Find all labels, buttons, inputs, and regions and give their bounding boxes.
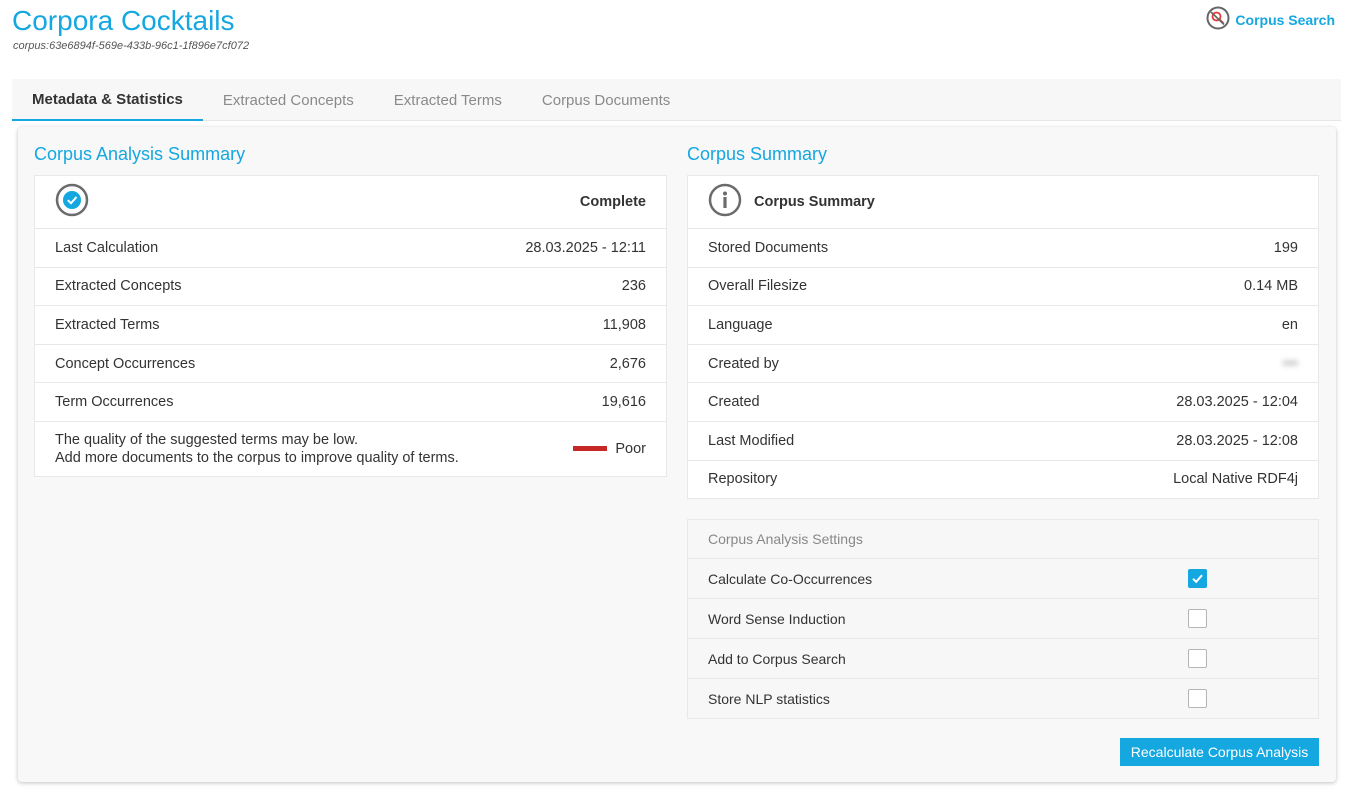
analysis-summary-card: Complete Last Calculation 28.03.2025 - 1…: [34, 175, 667, 477]
row-value: 28.03.2025 - 12:04: [1176, 394, 1298, 411]
tab-extracted-concepts[interactable]: Extracted Concepts: [203, 79, 374, 121]
analysis-status-row: Complete: [35, 176, 666, 228]
row-value: 199: [1273, 239, 1298, 256]
corpus-search-label: Corpus Search: [1235, 11, 1335, 28]
setting-label: Store NLP statistics: [708, 690, 830, 707]
table-row: Last Modified 28.03.2025 - 12:08: [688, 420, 1318, 460]
row-label: Extracted Terms: [55, 316, 160, 333]
row-label: Language: [708, 316, 773, 333]
row-label: Repository: [708, 471, 778, 488]
table-row: Created 28.03.2025 - 12:04: [688, 382, 1318, 421]
tab-bar: Metadata & Statistics Extracted Concepts…: [12, 79, 1341, 121]
content-panel: Corpus Analysis Summary Complete Last Ca…: [18, 127, 1336, 782]
co-occurrences-checkbox[interactable]: [1188, 569, 1207, 588]
table-row: Last Calculation 28.03.2025 - 12:11: [35, 228, 666, 267]
setting-label: Add to Corpus Search: [708, 650, 846, 667]
row-value: en: [1281, 316, 1298, 333]
created-by-value: •••: [1282, 355, 1298, 372]
table-row: Repository Local Native RDF4j: [688, 459, 1318, 499]
check-circle-icon: [55, 183, 89, 221]
row-value: 0.14 MB: [1244, 278, 1298, 295]
tab-metadata-statistics[interactable]: Metadata & Statistics: [12, 79, 203, 121]
analysis-summary-title: Corpus Analysis Summary: [34, 144, 246, 164]
row-label: Term Occurrences: [55, 394, 174, 411]
corpus-summary-card-title: Corpus Summary: [754, 194, 875, 210]
row-value: 236: [621, 278, 646, 295]
row-value: Local Native RDF4j: [1173, 471, 1298, 488]
row-label: Last Modified: [708, 432, 795, 449]
table-row: Overall Filesize 0.14 MB: [688, 266, 1318, 306]
corpus-summary-header: Corpus Summary: [688, 176, 1318, 228]
store-nlp-statistics-checkbox[interactable]: [1188, 689, 1207, 708]
analysis-settings-card: Corpus Analysis Settings Calculate Co-Oc…: [687, 519, 1319, 719]
page-title: Corpora Cocktails: [12, 5, 235, 36]
recalculate-button[interactable]: Recalculate Corpus Analysis: [1120, 738, 1319, 766]
setting-word-sense-induction: Word Sense Induction: [688, 598, 1318, 638]
table-row: Stored Documents 199: [688, 228, 1318, 267]
row-value: 28.03.2025 - 12:11: [525, 239, 646, 256]
row-label: Overall Filesize: [708, 278, 808, 295]
quality-indicator: Poor: [573, 441, 646, 457]
row-label: Extracted Concepts: [55, 278, 182, 295]
corpus-summary-card: Corpus Summary Stored Documents 199 Over…: [687, 175, 1319, 500]
table-row: Term Occurrences 19,616: [35, 382, 666, 421]
table-row: Created by •••: [688, 343, 1318, 383]
tab-extracted-terms[interactable]: Extracted Terms: [374, 79, 522, 121]
table-row: Language en: [688, 305, 1318, 344]
setting-label: Word Sense Induction: [708, 610, 846, 627]
analysis-status: Complete: [579, 194, 646, 210]
settings-header: Corpus Analysis Settings: [688, 520, 1318, 558]
info-icon: [708, 183, 742, 221]
table-row: Concept Occurrences 2,676: [35, 343, 666, 383]
quality-line-1: The quality of the suggested terms may b…: [55, 431, 359, 448]
corpus-search-link[interactable]: Corpus Search: [1206, 6, 1335, 33]
corpus-id: corpus:63e6894f-569e-433b-96c1-1f896e7cf…: [13, 40, 250, 52]
table-row: Extracted Concepts 236: [35, 266, 666, 306]
row-value: 19,616: [601, 394, 646, 411]
quality-rating: Poor: [615, 440, 646, 457]
row-value: 28.03.2025 - 12:08: [1176, 432, 1298, 449]
row-value: 2,676: [609, 355, 646, 372]
row-label: Created: [708, 394, 760, 411]
table-row: Extracted Terms 11,908: [35, 305, 666, 344]
quality-message: The quality of the suggested terms may b…: [55, 431, 459, 467]
word-sense-induction-checkbox[interactable]: [1188, 609, 1207, 628]
tab-corpus-documents[interactable]: Corpus Documents: [522, 79, 690, 121]
row-label: Created by: [708, 355, 779, 372]
row-value: 11,908: [602, 316, 646, 333]
quality-row: The quality of the suggested terms may b…: [35, 420, 666, 476]
corpus-search-icon: [1206, 6, 1230, 33]
corpus-summary-title: Corpus Summary: [687, 144, 828, 164]
setting-label: Calculate Co-Occurrences: [708, 570, 873, 587]
checkmark-icon: [1192, 574, 1203, 584]
setting-store-nlp-statistics: Store NLP statistics: [688, 678, 1318, 718]
row-label: Stored Documents: [708, 239, 829, 256]
add-to-corpus-search-checkbox[interactable]: [1188, 649, 1207, 668]
setting-co-occurrences: Calculate Co-Occurrences: [688, 558, 1318, 598]
quality-line-2: Add more documents to the corpus to impr…: [55, 449, 459, 466]
setting-add-to-corpus-search: Add to Corpus Search: [688, 638, 1318, 678]
quality-bar: [573, 446, 608, 452]
row-label: Last Calculation: [55, 239, 159, 256]
settings-title: Corpus Analysis Settings: [708, 531, 863, 547]
row-label: Concept Occurrences: [55, 355, 196, 372]
